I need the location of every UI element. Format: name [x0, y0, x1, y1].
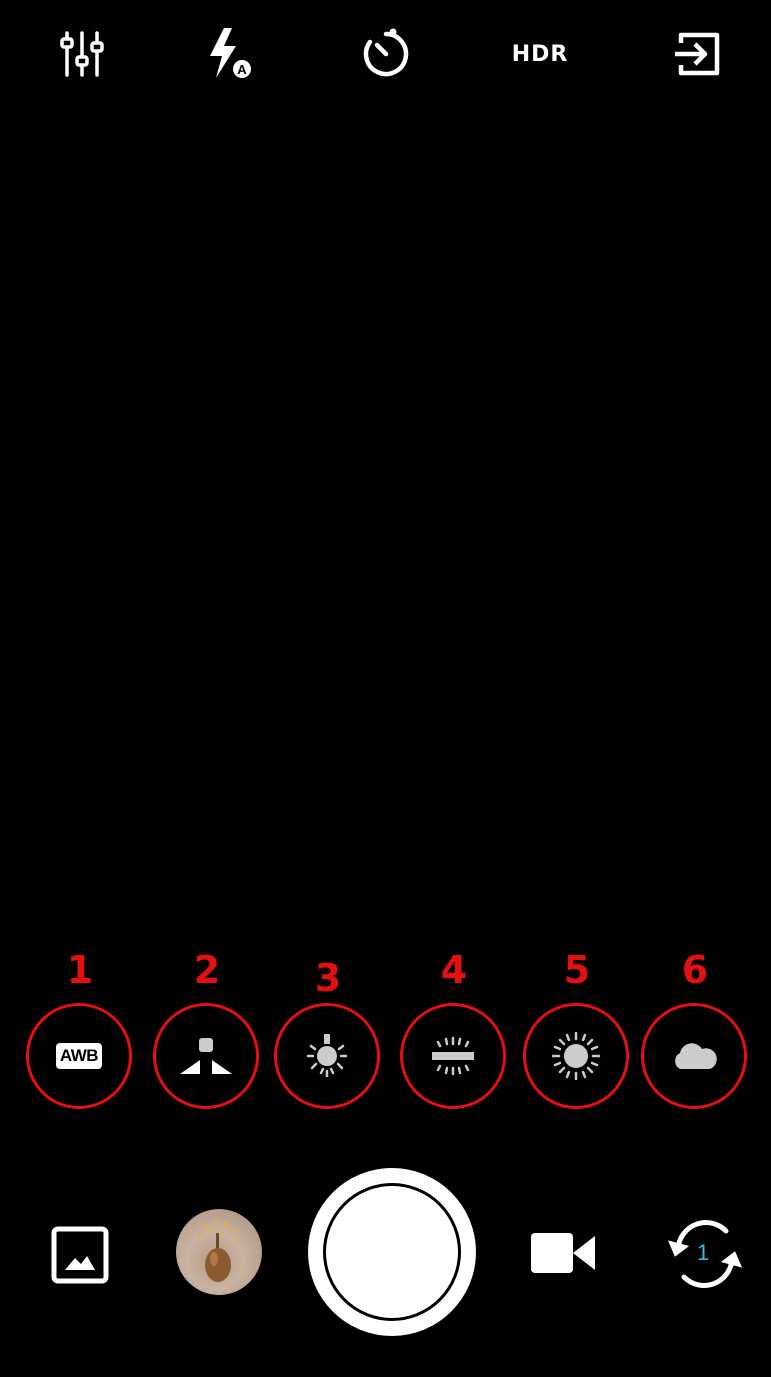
- wb-option-incandescent[interactable]: 3: [274, 945, 382, 1115]
- flash-badge: A: [237, 62, 247, 77]
- awb-icon: AWB: [55, 1043, 103, 1069]
- exit-icon: [675, 32, 720, 76]
- video-camera-icon: [531, 1233, 595, 1273]
- wb-number: 4: [440, 948, 468, 992]
- camera-index-label: 1: [697, 1240, 710, 1265]
- incandescent-bulb-icon: [306, 1034, 348, 1078]
- hdr-button[interactable]: HDR: [505, 22, 575, 86]
- wb-number: 5: [563, 948, 591, 992]
- wb-number: 1: [66, 948, 94, 992]
- gallery-button[interactable]: [50, 1225, 110, 1285]
- timer-button[interactable]: [354, 22, 418, 86]
- camera-viewfinder[interactable]: [0, 110, 771, 950]
- wb-option-custom[interactable]: 2: [153, 945, 261, 1115]
- shutter-inner-ring: [323, 1183, 461, 1321]
- annotation-circle: [400, 1003, 506, 1109]
- white-balance-options: 1 AWB 2 3 4 5 6: [0, 945, 771, 1125]
- cloudy-icon: [675, 1043, 717, 1069]
- annotation-circle: [641, 1003, 747, 1109]
- wb-option-cloudy[interactable]: 6: [641, 945, 749, 1115]
- settings-button[interactable]: [50, 22, 114, 86]
- wb-number: 3: [314, 956, 342, 1000]
- thumbnail-image: [197, 1220, 240, 1282]
- wb-number: 2: [193, 948, 221, 992]
- annotation-circle: [523, 1003, 629, 1109]
- fluorescent-icon: [432, 1036, 474, 1076]
- custom-wb-icon: [180, 1038, 232, 1074]
- annotation-circle: [274, 1003, 380, 1109]
- wb-number: 6: [681, 948, 709, 992]
- daylight-sun-icon: [551, 1031, 601, 1081]
- sliders-icon: [60, 31, 104, 77]
- top-toolbar: A HDR: [0, 0, 771, 110]
- shutter-button[interactable]: [308, 1168, 476, 1336]
- flash-button[interactable]: A: [198, 22, 262, 86]
- flash-auto-icon: A: [210, 28, 251, 78]
- wb-option-fluorescent[interactable]: 4: [400, 945, 508, 1115]
- exit-button[interactable]: [666, 22, 730, 86]
- switch-camera-button[interactable]: 1: [664, 1213, 746, 1295]
- annotation-circle: AWB: [26, 1003, 132, 1109]
- wb-option-auto[interactable]: 1 AWB: [26, 945, 134, 1115]
- wb-option-daylight[interactable]: 5: [523, 945, 631, 1115]
- gallery-icon: [51, 1226, 109, 1284]
- annotation-circle: [153, 1003, 259, 1109]
- video-mode-button[interactable]: [528, 1228, 598, 1278]
- hdr-label: HDR: [511, 41, 569, 67]
- timer-icon: [363, 28, 409, 77]
- last-photo-thumbnail[interactable]: [176, 1209, 262, 1295]
